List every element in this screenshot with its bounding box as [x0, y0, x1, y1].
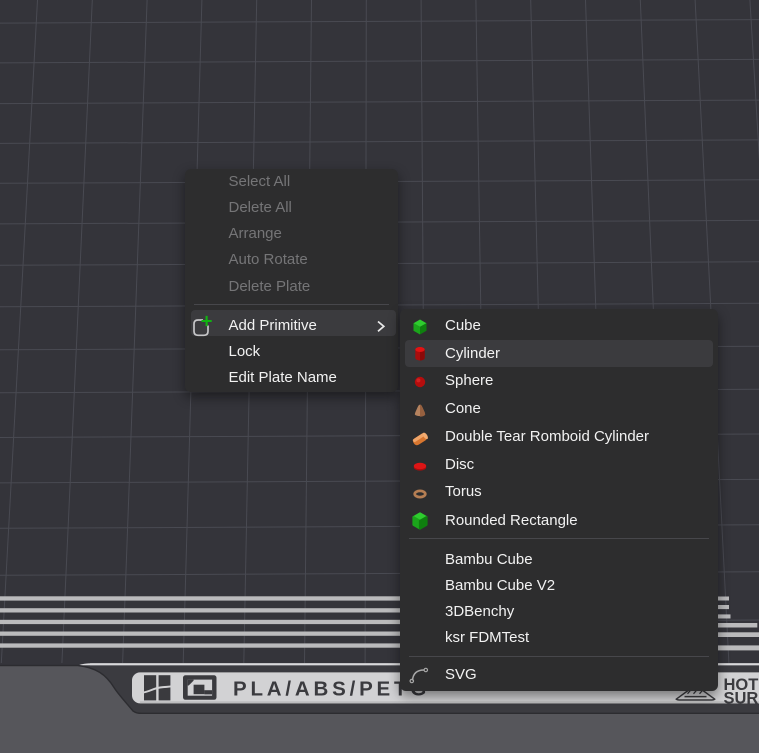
svg-text:SURF: SURF: [724, 689, 759, 707]
